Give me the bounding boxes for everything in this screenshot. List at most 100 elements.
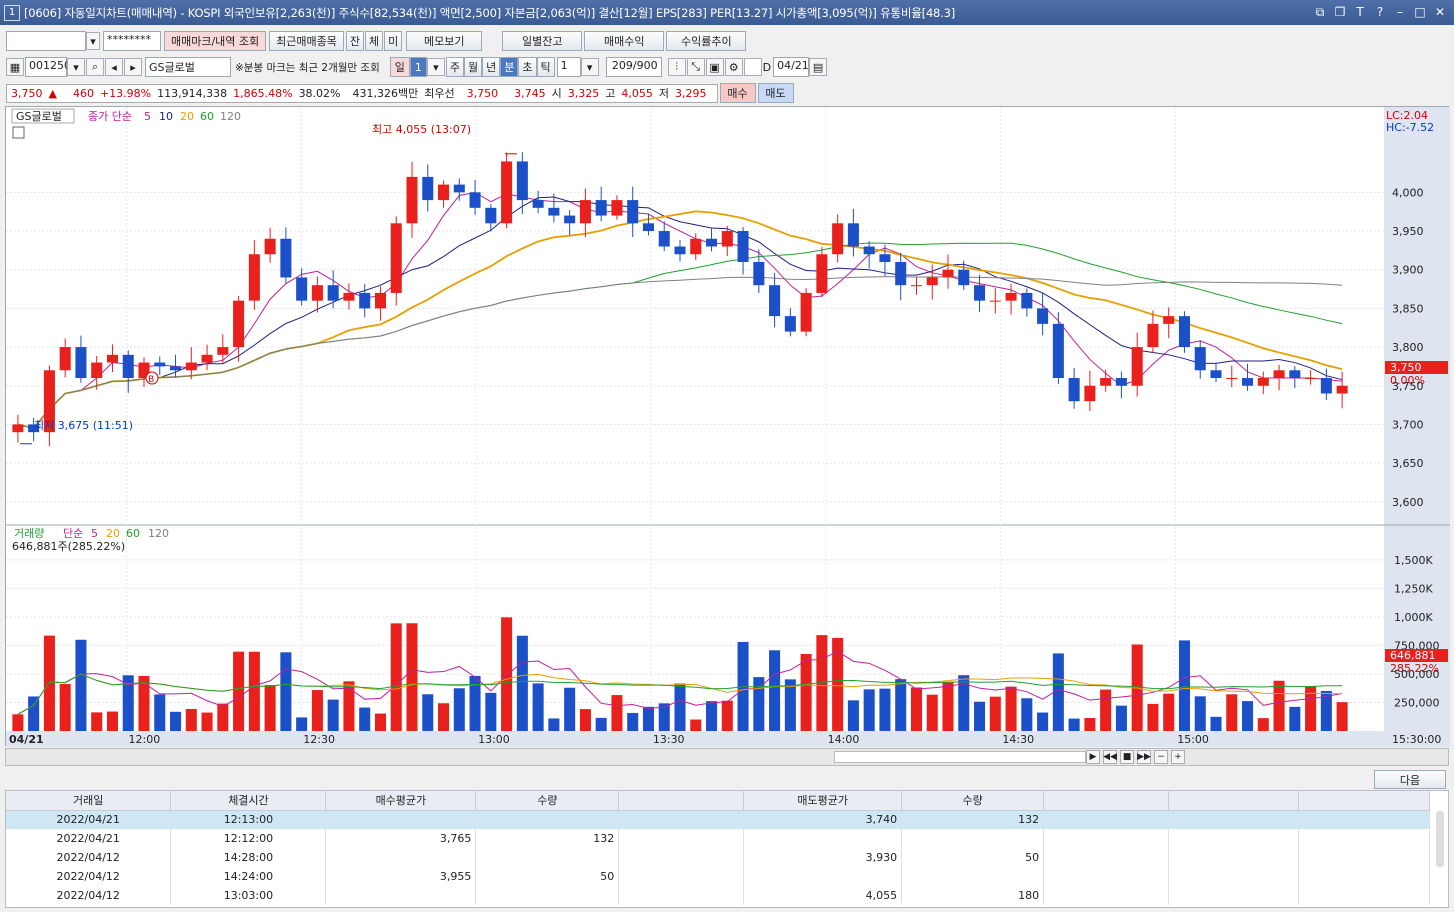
password-input[interactable]: ******** xyxy=(103,31,161,51)
table-row[interactable]: 2022/04/12 14:28:00 3,930 50 xyxy=(6,848,1431,867)
candle-body xyxy=(311,285,323,301)
price-panel-bg xyxy=(6,107,1384,525)
chart-svg[interactable]: 4,000 3,950 3,900 3,850 3,800 3,750 3,700 3,650… xyxy=(6,107,1450,747)
recent-trade-button[interactable]: 최근매매종목 xyxy=(269,31,344,51)
help-icon[interactable]: ? xyxy=(1372,4,1388,20)
open-value: 3,325 xyxy=(567,86,600,100)
trade-mark-button[interactable]: 매매마크/내역 조회 xyxy=(164,31,267,51)
layout-icon[interactable]: ▦ xyxy=(6,58,24,76)
d-checkbox[interactable] xyxy=(743,58,762,76)
jan-button[interactable]: 잔 xyxy=(345,31,365,51)
grid-toggle-icon[interactable] xyxy=(12,126,25,139)
volume-bar xyxy=(296,717,308,731)
memo-button[interactable]: 메모보기 xyxy=(406,31,483,51)
mi-button[interactable]: 미 xyxy=(384,31,403,51)
buy-button[interactable]: 매수 xyxy=(719,83,756,103)
scroll-thumb[interactable] xyxy=(834,751,1086,763)
volume-bar xyxy=(233,651,245,731)
candle-body xyxy=(516,161,528,201)
candle-body xyxy=(217,347,229,355)
che-button[interactable]: 체 xyxy=(365,31,384,51)
calendar-icon[interactable]: ▤ xyxy=(809,58,828,76)
candle-body xyxy=(327,285,339,301)
restore-icon[interactable]: ❐ xyxy=(1332,4,1348,20)
zoom-in-icon[interactable]: + xyxy=(1171,750,1185,764)
period-year-button[interactable]: 년 xyxy=(482,57,501,77)
period-second-button[interactable]: 초 xyxy=(518,57,537,77)
candle-body xyxy=(122,354,134,379)
price-change: 460 xyxy=(72,86,94,100)
time-tick-label: 14:30 xyxy=(1002,733,1034,746)
stop-icon[interactable]: ■ xyxy=(1120,750,1134,764)
toolbar-row-1: ▾ ******** 매매마크/내역 조회 최근매매종목 잔 체 미 메모보기 … xyxy=(0,30,1454,52)
table-cell xyxy=(901,867,1045,886)
account-dropdown-icon[interactable]: ▾ xyxy=(86,32,100,50)
account-input[interactable] xyxy=(6,31,86,51)
low-value: 3,295 xyxy=(675,86,707,100)
candle-body xyxy=(548,207,560,216)
volume-bar xyxy=(1100,689,1112,731)
scroll-right-icon[interactable]: ▶ xyxy=(1086,750,1100,764)
chart-scrollbar[interactable]: ▶ ◀◀ ■ ▶▶ − + xyxy=(5,748,1449,766)
candle-body xyxy=(1178,316,1190,348)
save-icon[interactable]: ▣ xyxy=(705,58,724,76)
trade-profit-button[interactable]: 매매수익 xyxy=(584,31,665,51)
volume-bar xyxy=(769,650,781,731)
col-sell-avg: 매도평균가 xyxy=(743,791,903,811)
candle-body xyxy=(910,285,922,287)
volume-bar xyxy=(485,692,497,731)
volume-bar xyxy=(43,635,55,731)
candle-body xyxy=(784,316,796,332)
settings-gear-icon[interactable]: ⚙ xyxy=(724,58,743,76)
chart-area[interactable]: 4,000 3,950 3,900 3,850 3,800 3,750 3,700 3,650… xyxy=(5,106,1450,747)
period-day-button[interactable]: 일 xyxy=(389,57,410,77)
stock-code-input[interactable]: 001250 xyxy=(25,57,71,77)
tick-num-input[interactable]: 1 xyxy=(556,57,581,77)
table-header-row: 거래일 체결시간 매수평균가 수량 매도평균가 수량 xyxy=(6,791,1431,811)
period-num-field[interactable]: 1 xyxy=(409,57,427,77)
return-trend-button[interactable]: 수익률추이 xyxy=(666,31,747,51)
link-icon[interactable]: ⧉ xyxy=(1312,4,1328,20)
period-week-button[interactable]: 주 xyxy=(445,57,464,77)
daily-balance-button[interactable]: 일별잔고 xyxy=(502,31,583,51)
table-cell: 50 xyxy=(475,867,620,886)
chart-type-icon[interactable]: ⫶ xyxy=(667,58,686,76)
minimize-icon[interactable]: – xyxy=(1392,4,1408,20)
period-tick-button[interactable]: 틱 xyxy=(536,57,555,77)
zoom-out-icon[interactable]: − xyxy=(1154,750,1168,764)
period-dropdown-icon[interactable]: ▾ xyxy=(426,58,445,76)
tick-dropdown-icon[interactable]: ▾ xyxy=(580,58,599,76)
code-dropdown-icon[interactable]: ▾ xyxy=(67,58,85,76)
table-row[interactable]: 2022/04/21 12:12:00 3,765 132 xyxy=(6,829,1431,848)
candle-body xyxy=(91,362,103,379)
volume-bar xyxy=(12,714,24,731)
rewind-icon[interactable]: ◀◀ xyxy=(1103,750,1117,764)
pin-icon[interactable]: T xyxy=(1352,4,1368,20)
table-row[interactable]: 2022/04/12 14:24:00 3,955 50 xyxy=(6,867,1431,886)
search-icon[interactable]: ⌕ xyxy=(86,58,104,76)
turnover-value: 38.02% xyxy=(298,86,341,100)
vol-ma20-label: 20 xyxy=(106,527,120,540)
prev-stock-icon[interactable]: ◂ xyxy=(105,58,123,76)
table-row[interactable]: 2022/04/21 12:13:00 3,740 132 xyxy=(6,810,1431,829)
count-field[interactable]: 209/900 xyxy=(605,57,662,77)
table-scrollbar[interactable] xyxy=(1436,811,1444,867)
price-tick-label: 3,800 xyxy=(1392,341,1424,354)
col-empty-1 xyxy=(618,791,745,811)
close-icon[interactable]: ✕ xyxy=(1432,4,1448,20)
table-row[interactable]: 2022/04/12 13:03:00 4,055 180 xyxy=(6,886,1431,905)
sell-button[interactable]: 매도 xyxy=(757,83,794,103)
period-month-button[interactable]: 월 xyxy=(464,57,483,77)
period-minute-button[interactable]: 분 xyxy=(500,57,519,77)
candle-body xyxy=(485,207,497,224)
volume-bar xyxy=(516,635,528,731)
fast-forward-icon[interactable]: ▶▶ xyxy=(1137,750,1151,764)
table-cell: 12:12:00 xyxy=(170,829,327,848)
next-button[interactable]: 다음 xyxy=(1374,770,1446,789)
draw-tool-icon[interactable]: ⤡ xyxy=(686,58,705,76)
vol-ma120-label: 120 xyxy=(148,527,169,540)
price-tick-label: 3,650 xyxy=(1392,457,1424,470)
maximize-icon[interactable]: □ xyxy=(1412,4,1428,20)
next-stock-icon[interactable]: ▸ xyxy=(124,58,142,76)
date-input[interactable]: 04/21 xyxy=(773,57,810,77)
